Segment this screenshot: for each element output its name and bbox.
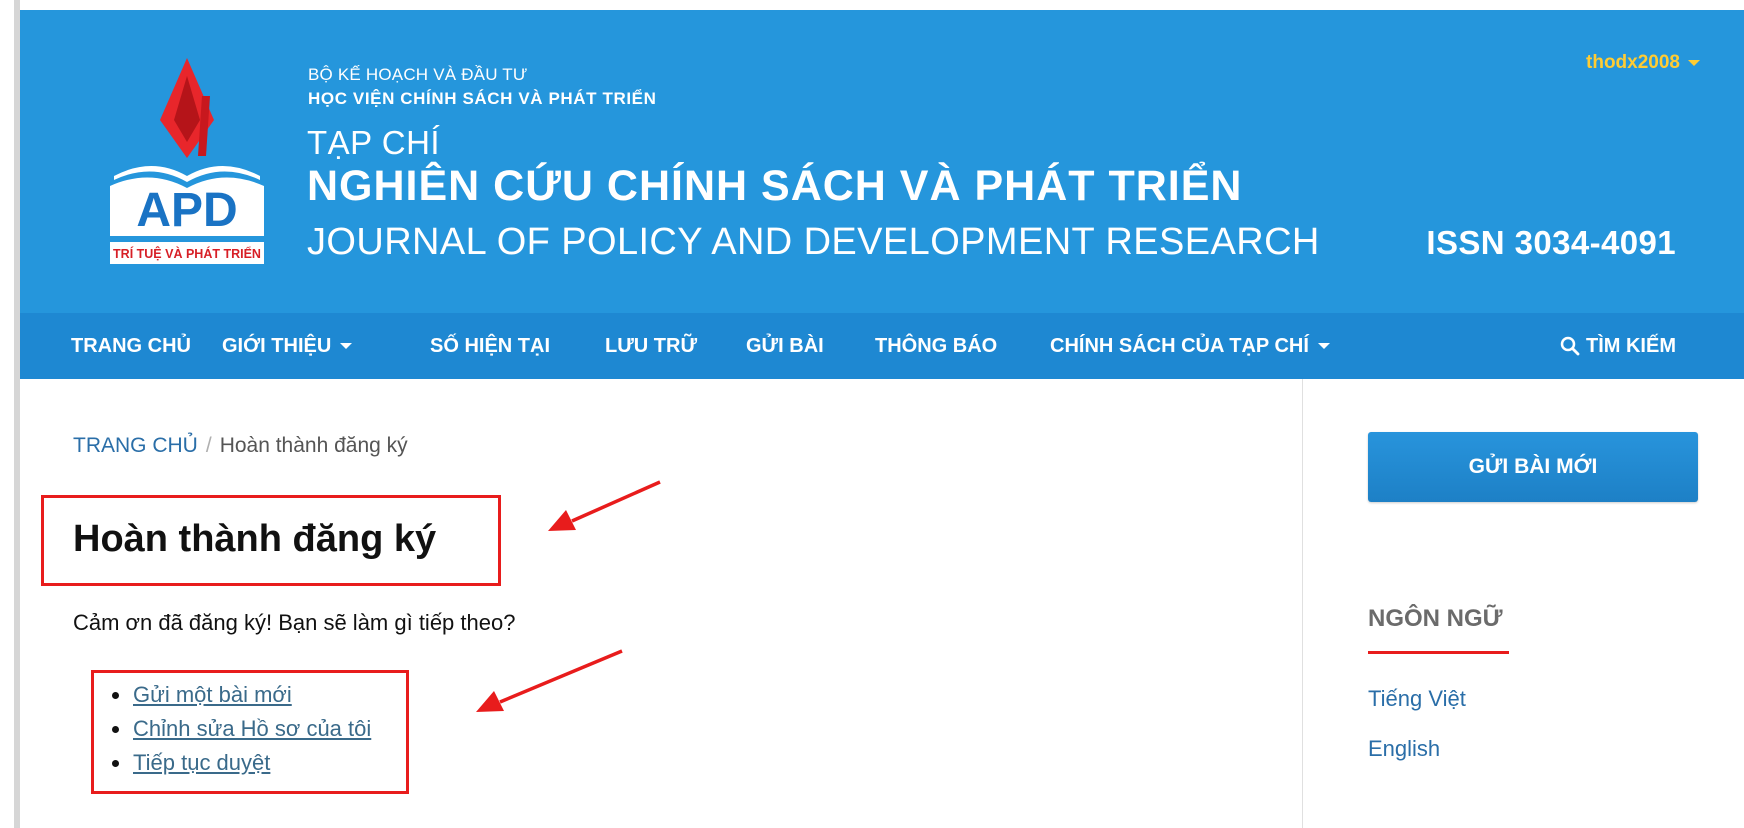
nav-item-label: THÔNG BÁO <box>875 335 998 357</box>
site-header: APD TRÍ TUỆ VÀ PHÁT TRIỂN BỘ KẾ HOẠCH VÀ… <box>20 10 1744 313</box>
annotation-arrow-links <box>476 649 623 712</box>
chevron-down-icon <box>1688 60 1700 66</box>
breadcrumb-separator: / <box>205 434 212 457</box>
academy-name: HỌC VIỆN CHÍNH SÁCH VÀ PHÁT TRIỂN <box>308 89 657 108</box>
language-heading-underline <box>1368 651 1509 654</box>
nav-item-about[interactable]: GIỚI THIỆU <box>222 313 353 379</box>
journal-label: TẠP CHÍ <box>307 124 441 161</box>
nav-item-label: CHÍNH SÁCH CỦA TẠP CHÍ <box>1050 335 1309 357</box>
breadcrumb-current: Hoàn thành đăng ký <box>219 434 408 457</box>
journal-name-en: JOURNAL OF POLICY AND DEVELOPMENT RESEAR… <box>307 221 1320 263</box>
nav-item-label: TRANG CHỦ <box>71 335 191 357</box>
chevron-down-icon <box>340 343 353 349</box>
apd-logo[interactable]: APD TRÍ TUỆ VÀ PHÁT TRIỂN <box>102 58 272 268</box>
nav-item-current-issue[interactable]: SỐ HIỆN TẠI <box>430 313 550 379</box>
intro-text: Cảm ơn đã đăng ký! Bạn sẽ làm gì tiếp th… <box>73 610 516 635</box>
window-top-border <box>0 0 1744 10</box>
search-icon <box>1560 336 1580 356</box>
breadcrumb-home-link[interactable]: TRANG CHỦ <box>73 434 198 458</box>
logo-letters: APD <box>136 184 237 237</box>
breadcrumb: TRANG CHỦ / Hoàn thành đăng ký <box>73 434 408 458</box>
main-nav: TRANG CHỦ GIỚI THIỆU SỐ HIỆN TẠI LƯU TRỮ… <box>20 313 1744 379</box>
nav-item-home[interactable]: TRANG CHỦ <box>71 313 191 379</box>
annotation-arrow-title <box>548 480 661 531</box>
annotation-box-links <box>91 670 409 794</box>
annotation-box-title <box>41 495 501 586</box>
user-menu[interactable]: thodx2008 <box>1586 52 1700 74</box>
nav-item-archive[interactable]: LƯU TRỮ <box>605 313 697 379</box>
language-heading: NGÔN NGỮ <box>1368 605 1503 632</box>
nav-item-label: GỬI BÀI <box>746 335 824 357</box>
nav-search[interactable]: TÌM KIẾM <box>1560 313 1676 379</box>
chevron-down-icon <box>1317 343 1330 349</box>
language-vietnamese-link[interactable]: Tiếng Việt <box>1368 686 1466 712</box>
username: thodx2008 <box>1586 52 1680 73</box>
nav-item-policies[interactable]: CHÍNH SÁCH CỦA TẠP CHÍ <box>1050 313 1330 379</box>
language-english-link[interactable]: English <box>1368 736 1440 762</box>
nav-item-label: GIỚI THIỆU <box>222 335 332 357</box>
new-submission-button[interactable]: GỬI BÀI MỚI <box>1368 432 1698 502</box>
logo-tagline: TRÍ TUỆ VÀ PHÁT TRIỂN <box>113 246 261 261</box>
nav-item-announcements[interactable]: THÔNG BÁO <box>875 313 997 379</box>
nav-item-submit[interactable]: GỬI BÀI <box>746 313 824 379</box>
ministry-name: BỘ KẾ HOẠCH VÀ ĐẦU TƯ <box>308 65 528 84</box>
sidebar-divider <box>1302 379 1303 828</box>
search-label: TÌM KIẾM <box>1586 334 1676 357</box>
issn-label: ISSN 3034-4091 <box>1426 224 1676 261</box>
nav-item-label: SỐ HIỆN TẠI <box>430 335 551 357</box>
journal-name: NGHIÊN CỨU CHÍNH SÁCH VÀ PHÁT TRIỂN <box>307 162 1243 210</box>
nav-item-label: LƯU TRỮ <box>605 335 698 357</box>
